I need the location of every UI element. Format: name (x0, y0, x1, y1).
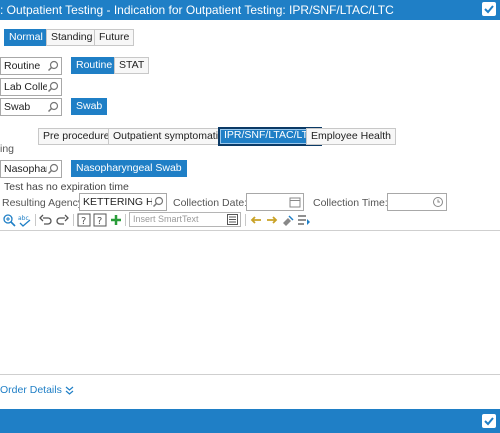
collection-method-value: Lab Collect (4, 81, 47, 93)
specimen-type-value: Swab (4, 101, 31, 113)
svg-text:?: ? (81, 216, 86, 227)
order-details-label: Order Details (0, 384, 62, 396)
window-title: : Outpatient Testing - Indication for Ou… (0, 3, 394, 17)
spell-check-icon[interactable]: abc (18, 213, 32, 227)
collection-method-input[interactable]: Lab Collect (0, 78, 62, 96)
comment-editor[interactable] (0, 230, 500, 375)
priority-input[interactable]: Routine (0, 57, 62, 75)
collection-date-input[interactable] (246, 193, 304, 211)
indication-employee-health-button[interactable]: Employee Health (306, 128, 396, 145)
smarttext-placeholder: Insert SmartText (133, 214, 199, 224)
indication-outpatient-symptomatic-button[interactable]: Outpatient symptomatic (108, 128, 229, 145)
resulting-agency-input[interactable]: KETTERING HEALTH (79, 193, 167, 211)
clear-icon[interactable] (281, 213, 295, 227)
toolbar-separator (125, 214, 126, 226)
help-refresh-icon[interactable]: ? (93, 213, 107, 227)
magnifier-icon[interactable] (47, 101, 59, 113)
accept-checkmark-icon[interactable] (482, 414, 496, 428)
collection-time-input[interactable] (387, 193, 447, 211)
priority-routine-button[interactable]: Routine (71, 57, 118, 74)
toolbar-separator (73, 214, 74, 226)
undo-icon[interactable] (39, 213, 53, 227)
svg-text:abc: abc (18, 215, 29, 222)
resulting-agency-value: KETTERING HEALTH (83, 196, 152, 208)
priority-value: Routine (4, 60, 41, 72)
accept-checkmark-icon[interactable] (482, 2, 496, 16)
priority-stat-button[interactable]: STAT (114, 57, 150, 74)
editor-toolbar: abc ? ? Insert SmartText (0, 211, 500, 229)
calendar-icon[interactable] (289, 196, 301, 208)
title-bar: : Outpatient Testing - Indication for Ou… (0, 0, 500, 20)
clock-icon[interactable] (432, 196, 444, 208)
specimen-type-input[interactable]: Swab (0, 98, 62, 116)
source-input[interactable]: Nasopharyngeal Swab (0, 160, 62, 178)
magnifier-icon[interactable] (47, 81, 59, 93)
svg-text:?: ? (97, 216, 102, 227)
toolbar-separator (35, 214, 36, 226)
magnifier-icon[interactable] (47, 163, 59, 175)
smarttext-list-icon[interactable] (227, 214, 238, 225)
smarttext-input[interactable]: Insert SmartText (129, 212, 241, 227)
collection-time-label: Collection Time: (313, 197, 388, 209)
source-value: Nasopharyngeal Swab (4, 163, 47, 175)
add-icon[interactable] (109, 213, 123, 227)
redo-icon[interactable] (55, 213, 69, 227)
list-edit-icon[interactable] (297, 213, 311, 227)
indication-label: ing (0, 143, 15, 155)
specimen-swab-button[interactable]: Swab (71, 98, 108, 115)
arrow-left-icon[interactable] (249, 213, 263, 227)
toolbar-separator (245, 214, 246, 226)
collection-date-label: Collection Date: (173, 197, 248, 209)
order-details-toggle[interactable]: Order Details (0, 384, 74, 396)
arrow-right-icon[interactable] (265, 213, 279, 227)
status-standing-button[interactable]: Standing (46, 29, 98, 46)
expiration-note: Test has no expiration time (4, 181, 129, 193)
zoom-icon[interactable] (2, 213, 16, 227)
magnifier-icon[interactable] (152, 196, 164, 208)
indication-pre-procedure-button[interactable]: Pre procedure (38, 128, 115, 145)
magnifier-icon[interactable] (47, 60, 59, 72)
source-nasopharyngeal-swab-button[interactable]: Nasopharyngeal Swab (71, 160, 187, 177)
footer-bar (0, 409, 500, 433)
resulting-agency-label: Resulting Agency: (2, 197, 87, 209)
chevron-double-down-icon (65, 386, 74, 395)
status-future-button[interactable]: Future (94, 29, 135, 46)
status-normal-button[interactable]: Normal (4, 29, 48, 46)
help-icon[interactable]: ? (77, 213, 91, 227)
